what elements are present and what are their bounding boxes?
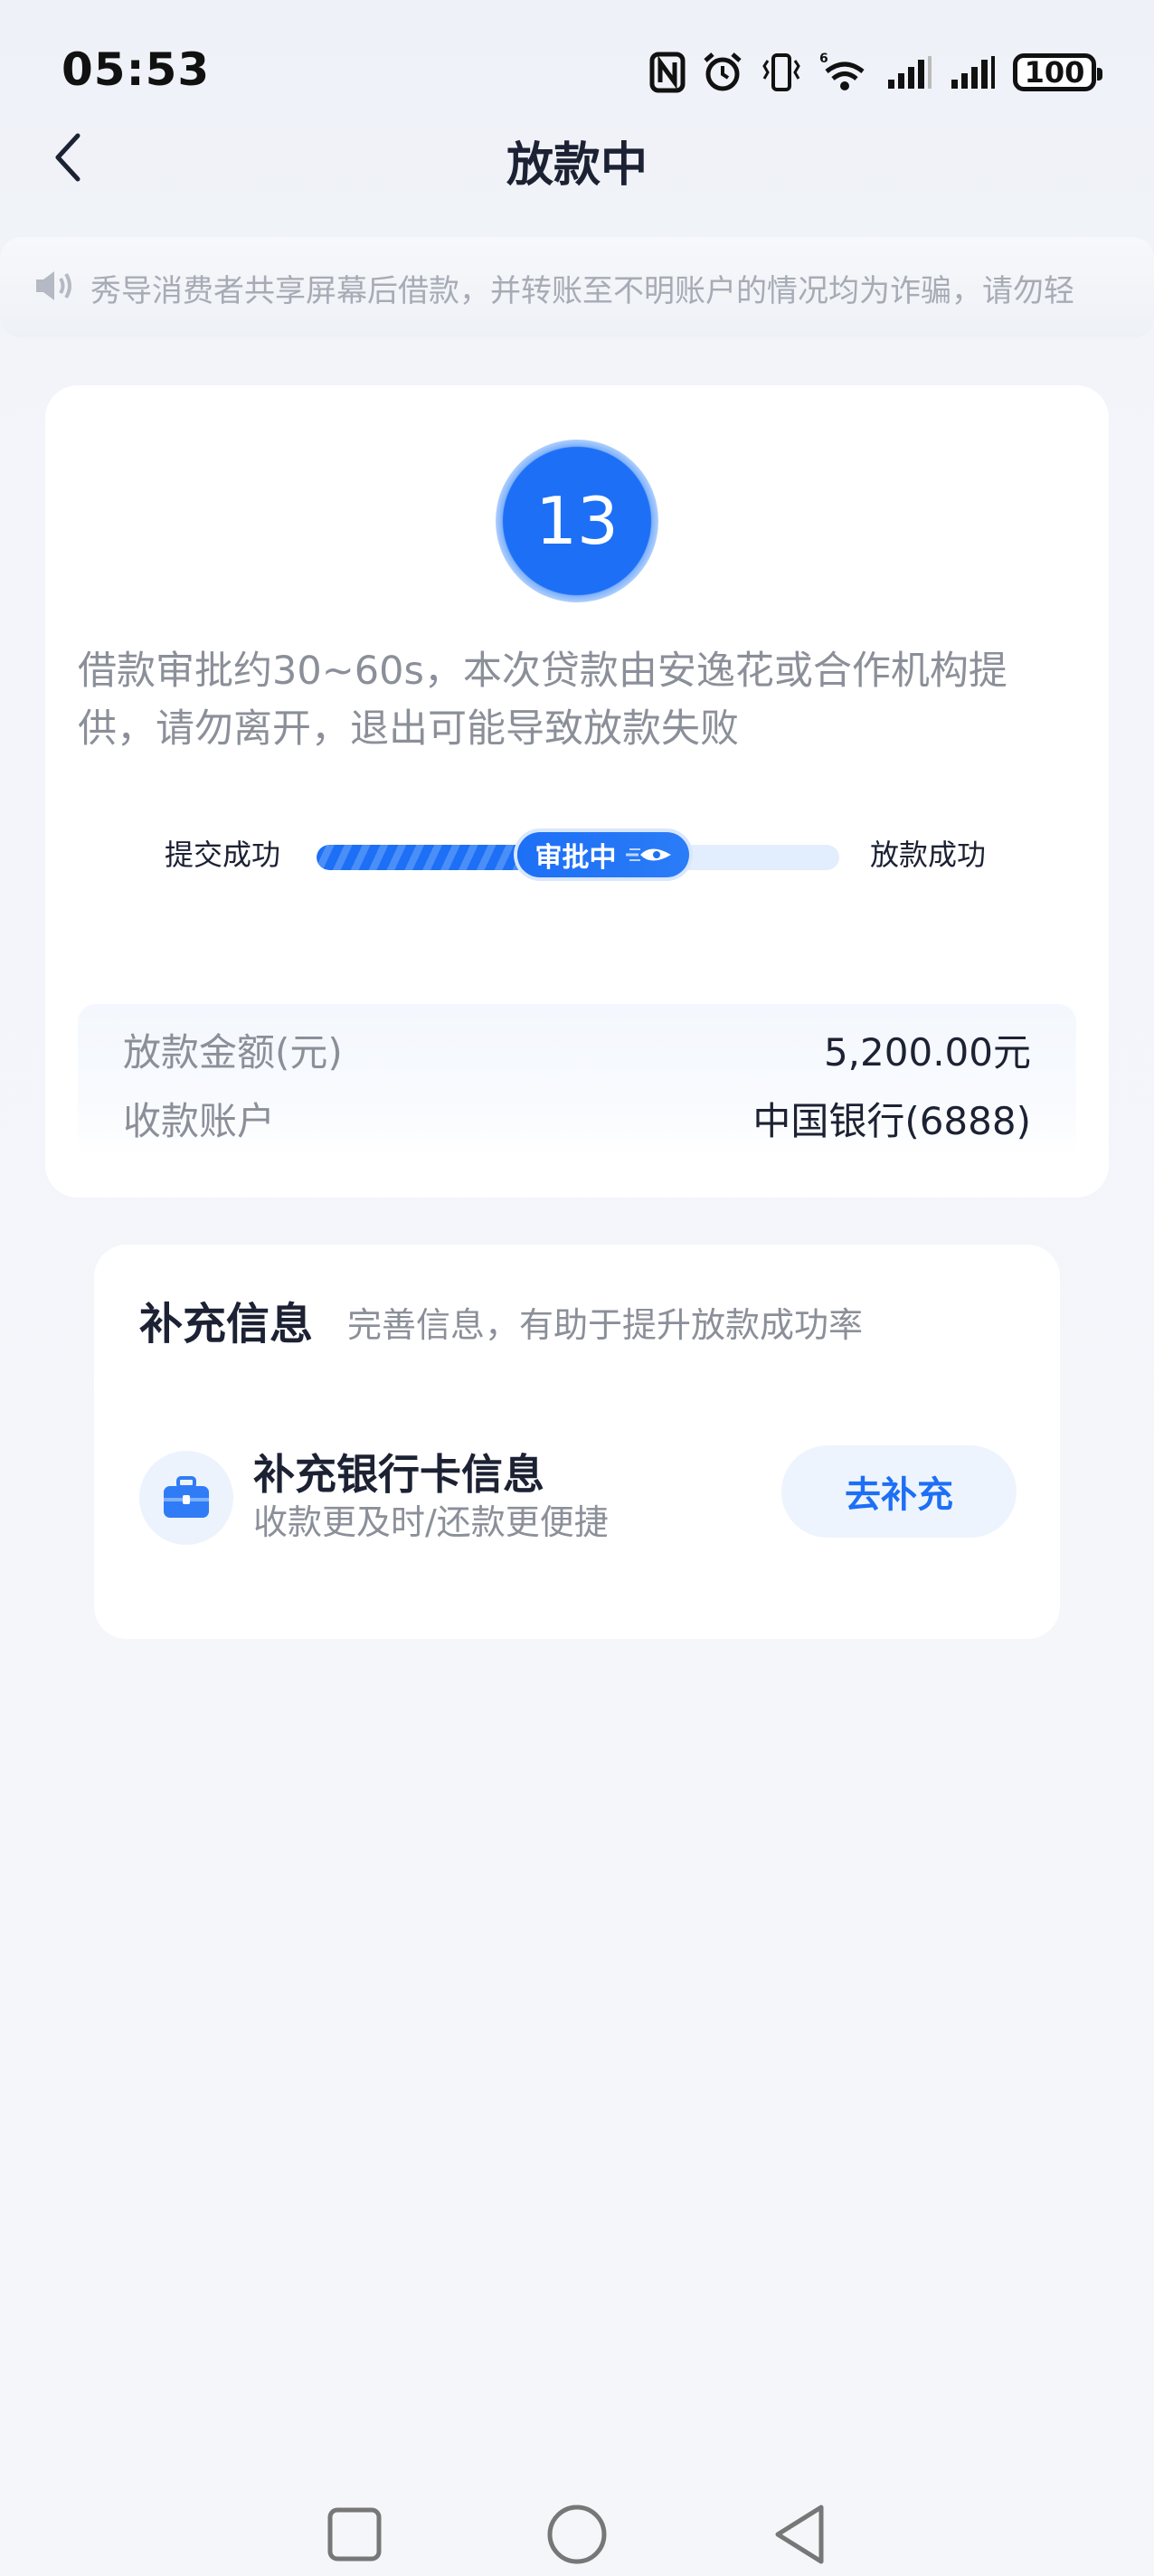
- go-supplement-button[interactable]: 去补充: [781, 1445, 1017, 1538]
- status-icons: 6 100: [649, 47, 1102, 98]
- nfc-icon: [649, 47, 686, 98]
- wifi-6-icon: 6: [819, 47, 870, 98]
- approval-status-pill: 审批中: [516, 832, 689, 877]
- account-label: 收款账户: [123, 1098, 276, 1143]
- progress-steps: 提交成功 审批中 放款成功: [45, 823, 1109, 886]
- home-button[interactable]: [541, 2498, 613, 2571]
- system-nav-bar: [0, 2478, 1154, 2576]
- back-nav-button[interactable]: [763, 2498, 836, 2571]
- triangle-back-icon: [775, 2505, 824, 2564]
- loan-info-box: 放款金额(元) 5,200.00元 收款账户 中国银行(6888): [78, 1004, 1076, 1158]
- speaker-icon: [33, 268, 76, 308]
- status-bar: 05:53 6 100: [0, 0, 1154, 127]
- battery-icon: 100: [1013, 47, 1102, 98]
- countdown-number: 13: [535, 483, 619, 559]
- fraud-notice-banner: 秀导消费者共享屏幕后借款，并转账至不明账户的情况均为诈骗，请勿轻: [0, 237, 1154, 338]
- approval-description: 借款审批约30~60s，本次贷款由安逸花或合作机构提供，请勿离开，退出可能导致放…: [78, 649, 1007, 752]
- supplement-subtitle: 完善信息，有助于提升放款成功率: [347, 1305, 864, 1345]
- status-time: 05:53: [61, 43, 211, 96]
- loan-status-card: 13 借款审批约30~60s，本次贷款由安逸花或合作机构提供，请勿离开，退出可能…: [45, 385, 1109, 1198]
- notice-text: 秀导消费者共享屏幕后借款，并转账至不明账户的情况均为诈骗，请勿轻: [90, 272, 1074, 309]
- bank-card-item-title: 补充银行卡信息: [253, 1450, 544, 1499]
- approval-status-label: 审批中: [534, 842, 617, 874]
- page-title: 放款中: [506, 138, 648, 193]
- amount-row: 放款金额(元) 5,200.00元: [123, 1022, 1031, 1076]
- signal-icon: [950, 47, 997, 98]
- alarm-icon: [702, 47, 743, 98]
- rocket-icon: [625, 848, 671, 861]
- account-row: 收款账户 中国银行(6888): [123, 1091, 1031, 1145]
- amount-value: 5,200.00元: [823, 1029, 1031, 1075]
- countdown-timer: 13: [496, 440, 658, 602]
- recent-apps-button[interactable]: [318, 2498, 391, 2571]
- supplement-title: 补充信息: [139, 1299, 314, 1350]
- vibrate-icon: [760, 47, 803, 98]
- step-submitted-label: 提交成功: [165, 838, 281, 872]
- circle-icon: [547, 2505, 607, 2564]
- signal-icon: [886, 47, 933, 98]
- supplement-info-card: 补充信息 完善信息，有助于提升放款成功率 补充银行卡信息 收款更及时/还款更便捷…: [94, 1245, 1060, 1639]
- square-icon: [327, 2507, 382, 2562]
- svg-text:6: 6: [819, 52, 828, 66]
- briefcase-icon: [139, 1451, 233, 1545]
- step-disbursed-label: 放款成功: [870, 838, 987, 872]
- bank-card-item-desc: 收款更及时/还款更便捷: [253, 1502, 609, 1542]
- battery-level: 100: [1013, 53, 1102, 91]
- account-value: 中国银行(6888): [752, 1098, 1031, 1143]
- amount-label: 放款金额(元): [123, 1029, 343, 1075]
